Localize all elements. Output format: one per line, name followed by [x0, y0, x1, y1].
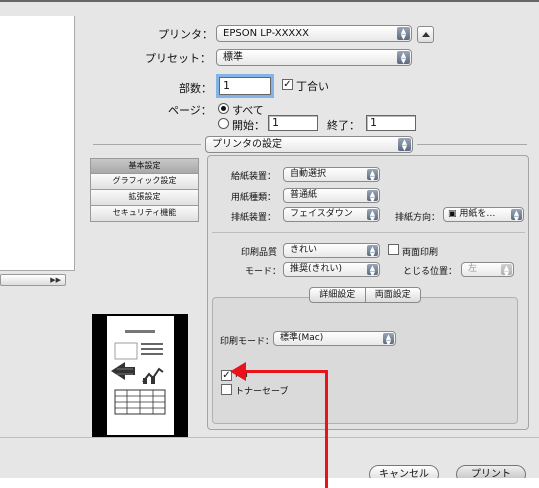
pages-to-field[interactable]: 1: [366, 115, 416, 131]
popup-arrows-icon: ▲ ▼: [397, 51, 410, 65]
preview-document-graphic: [111, 330, 166, 415]
paper-source-value: 自動選択: [290, 169, 327, 179]
mode-label: モード：: [245, 267, 282, 277]
duplex-label: 両面印刷: [402, 248, 439, 258]
popup-arrows-icon: ▲ ▼: [501, 264, 512, 276]
print-dialog: ▶▶ プリンタ： EPSON LP-XXXXX ▲ ▼ プリセット： 標準 ▲ ▼ …: [0, 0, 539, 488]
group-separator: [212, 232, 525, 233]
toner-save-checkbox[interactable]: [221, 384, 232, 395]
annotation-arrow-shaft: [325, 371, 328, 488]
separator-left: [93, 144, 201, 145]
sidebar-item-extended[interactable]: 拡張設定: [90, 190, 199, 206]
printer-label: プリンタ：: [158, 28, 213, 41]
bottom-margin: [0, 478, 539, 488]
preview-nav-button[interactable]: ▶▶: [0, 274, 66, 286]
popup-arrows-icon: ▲ ▼: [511, 209, 522, 221]
face-icon: ▣: [448, 209, 460, 219]
sidebar-item-graphics[interactable]: グラフィック設定: [90, 174, 199, 190]
disclosure-triangle-button[interactable]: [417, 26, 434, 43]
mode-value: 推奨(きれい): [290, 264, 343, 274]
detail-tabs: 詳細設定 両面設定: [309, 287, 421, 303]
print-mode-value: 標準(Mac): [280, 333, 324, 343]
pages-all-radio[interactable]: [218, 103, 229, 114]
pages-all-label: すべて: [232, 104, 264, 117]
title-bar-edge: [0, 0, 539, 2]
output-tray-value: フェイスダウン: [290, 209, 353, 219]
binding-popup[interactable]: 左 ▲ ▼: [461, 262, 514, 277]
output-tray-popup[interactable]: フェイスダウン ▲ ▼: [283, 207, 380, 222]
settings-category-list: 基本設定 グラフィック設定 拡張設定 セキュリティ機能: [90, 158, 199, 222]
panel-popup-value: プリンタの設定: [212, 139, 282, 150]
separator-right: [417, 144, 527, 145]
pages-label: ページ：: [168, 104, 212, 117]
print-quality-label: 印刷品質: [241, 248, 278, 258]
popup-arrows-icon: ▲ ▼: [367, 209, 378, 221]
copies-label: 部数：: [179, 82, 212, 95]
sidebar-item-security[interactable]: セキュリティ機能: [90, 206, 199, 222]
tab-detail-settings[interactable]: 詳細設定: [310, 288, 365, 302]
preview-pane: [0, 16, 75, 271]
binding-value: 左: [468, 264, 478, 274]
output-tray-label: 排紙装置：: [231, 213, 277, 223]
popup-arrows-icon: ▲ ▼: [367, 245, 378, 257]
detail-group-box: [212, 297, 518, 424]
copies-field[interactable]: 1: [219, 77, 271, 95]
popup-arrows-icon: ▲ ▼: [367, 169, 378, 181]
output-direction-popup[interactable]: ▣ 用紙を… ▲ ▼: [443, 207, 524, 222]
collate-checkbox[interactable]: ✓: [282, 79, 293, 90]
popup-arrows-icon: ▲ ▼: [367, 190, 378, 202]
preview-page: [107, 316, 174, 435]
collate-label: 丁合い: [296, 80, 329, 93]
preset-label: プリセット：: [145, 52, 211, 65]
output-direction-value: 用紙を…: [459, 209, 496, 219]
print-mode-popup[interactable]: 標準(Mac) ▲ ▼: [273, 331, 396, 346]
preset-value: 標準: [223, 52, 243, 63]
preset-popup[interactable]: 標準 ▲ ▼: [216, 49, 412, 66]
popup-arrows-icon: ▲ ▼: [383, 333, 394, 345]
paper-source-popup[interactable]: 自動選択 ▲ ▼: [283, 167, 380, 182]
tab-duplex-settings[interactable]: 両面設定: [364, 288, 421, 302]
mode-popup[interactable]: 推奨(きれい) ▲ ▼: [283, 262, 380, 277]
pages-from-label: 開始：: [232, 119, 265, 132]
paper-type-label: 用紙種類：: [231, 193, 277, 203]
duplex-checkbox[interactable]: [388, 244, 399, 255]
annotation-arrow-bar: [238, 370, 328, 373]
panel-popup[interactable]: プリンタの設定 ▲ ▼: [205, 136, 413, 153]
printer-value: EPSON LP-XXXXX: [223, 28, 309, 39]
popup-arrows-icon: ▲ ▼: [367, 264, 378, 276]
print-quality-popup[interactable]: きれい ▲ ▼: [283, 243, 380, 258]
toner-save-label: トナーセーブ: [235, 387, 289, 397]
footer-separator: [0, 437, 539, 438]
print-quality-value: きれい: [290, 245, 318, 255]
output-direction-label: 排紙方向：: [395, 213, 441, 223]
paper-source-label: 給紙装置：: [231, 172, 277, 182]
pages-range-radio[interactable]: [218, 118, 229, 129]
sidebar-item-basic[interactable]: 基本設定: [90, 158, 199, 174]
print-mode-label: 印刷モード：: [220, 337, 275, 347]
annotation-arrowhead-icon: [230, 362, 246, 381]
paper-type-value: 普通紙: [290, 190, 318, 200]
popup-arrows-icon: ▲ ▼: [397, 27, 410, 41]
printer-popup[interactable]: EPSON LP-XXXXX ▲ ▼: [216, 25, 412, 42]
popup-arrows-icon: ▲ ▼: [398, 138, 411, 152]
paper-type-popup[interactable]: 普通紙 ▲ ▼: [283, 188, 380, 203]
pages-to-label: 終了：: [327, 119, 360, 132]
pages-from-field[interactable]: 1: [268, 115, 318, 131]
binding-label: とじる位置：: [403, 267, 458, 277]
